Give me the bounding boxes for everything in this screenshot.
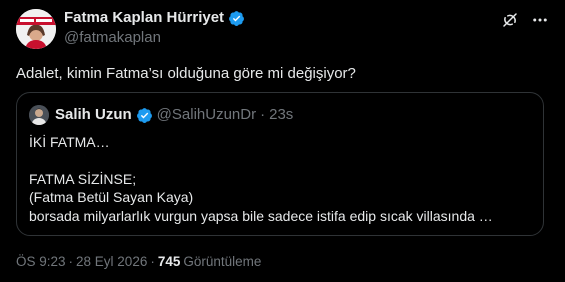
tweet-meta: ÖS 9:23 · 28 Eyl 2026 · 745 Görüntüleme — [16, 253, 261, 271]
quoted-author-handle: @SalihUzunDr — [156, 106, 257, 123]
quoted-text: İKİ FATMA… FATMA SİZİNSE; (Fatma Betül S… — [29, 133, 533, 225]
quoted-line: İKİ FATMA… — [29, 134, 110, 150]
more-button[interactable] — [530, 10, 550, 30]
author-handle[interactable]: @fatmakaplan — [64, 29, 161, 47]
verified-badge-icon — [229, 10, 244, 26]
author-avatar[interactable] — [16, 9, 56, 49]
quoted-line-blank — [29, 152, 533, 170]
quoted-line: (Fatma Betül Sayan Kaya) — [29, 189, 194, 205]
quoted-separator: · — [260, 106, 266, 123]
grok-button[interactable] — [500, 10, 520, 30]
author-name-row[interactable]: Fatma Kaplan Hürriyet — [64, 9, 245, 27]
quoted-tweet[interactable]: Salih Uzun @SalihUzunDr · 23s İKİ FATMA…… — [16, 92, 544, 236]
more-icon — [533, 18, 547, 22]
views-label: Görüntüleme — [183, 254, 262, 269]
quoted-author-name: Salih Uzun — [55, 106, 132, 123]
tweet-text: Adalet, kimin Fatma’sı olduğuna göre mi … — [16, 65, 356, 82]
tweet-time[interactable]: ÖS 9:23 — [16, 253, 66, 271]
quoted-line: FATMA SİZİNSE; — [29, 170, 137, 187]
quoted-avatar[interactable] — [29, 105, 49, 125]
views-count: 745 — [157, 254, 181, 269]
tweet-date[interactable]: 28 Eyl 2026 — [76, 253, 147, 271]
grok-icon — [503, 13, 517, 27]
meta-separator: · — [150, 254, 155, 269]
quoted-line: borsada milyarlarlık vurgun yapsa bile s… — [29, 207, 493, 224]
quoted-time: 23s — [269, 106, 294, 123]
quoted-avatar-image — [29, 105, 49, 125]
verified-badge-icon — [136, 107, 152, 123]
quoted-header: Salih Uzun @SalihUzunDr · 23s — [55, 106, 293, 124]
author-name[interactable]: Fatma Kaplan Hürriyet — [64, 9, 224, 27]
avatar-image — [16, 9, 56, 49]
meta-separator: · — [68, 254, 74, 269]
